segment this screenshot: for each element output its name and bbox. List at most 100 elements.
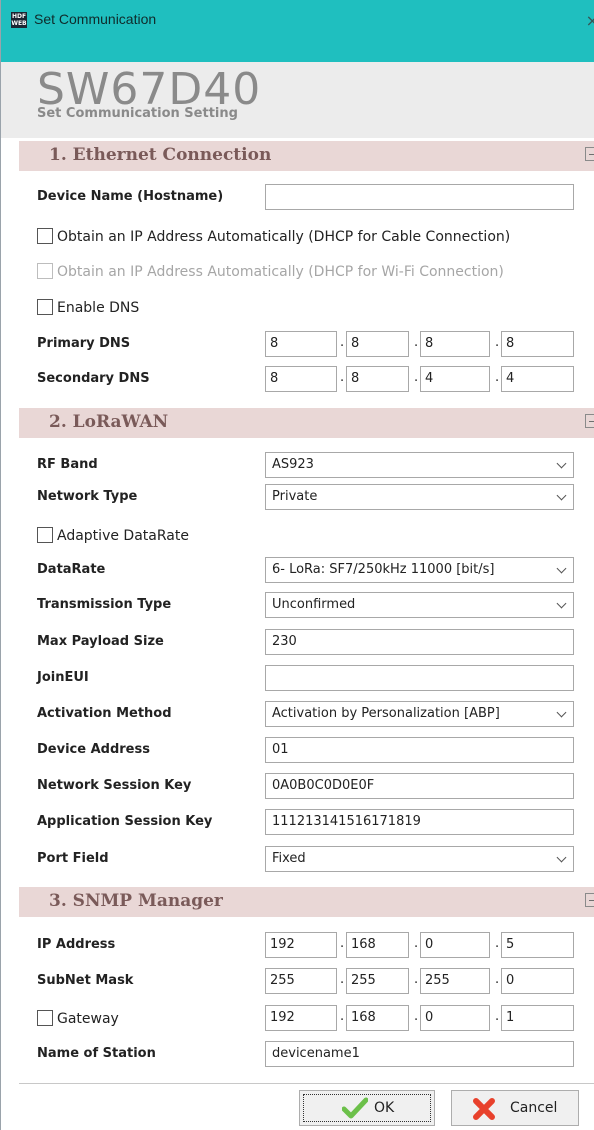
chevron-down-icon: [556, 852, 567, 863]
ip-separator: .: [414, 972, 419, 987]
window-title: Set Communication: [34, 11, 157, 27]
enable-dns-checkbox[interactable]: [37, 299, 53, 315]
gateway-octet-2[interactable]: 168: [346, 1005, 409, 1031]
max-payload-label: Max Payload Size: [37, 634, 164, 649]
ip-separator: .: [340, 1009, 345, 1024]
rf-band-label: RF Band: [37, 457, 98, 472]
snmp-ip-octet-4[interactable]: 5: [501, 932, 574, 958]
secondary-dns-octet-1[interactable]: 8: [265, 366, 337, 392]
subnet-mask-octet-3[interactable]: 255: [420, 968, 490, 994]
network-type-select[interactable]: Private: [265, 484, 574, 510]
network-type-label: Network Type: [37, 489, 138, 504]
rf-band-select[interactable]: AS923: [265, 452, 574, 478]
chevron-down-icon: [556, 563, 567, 574]
section-snmp-header[interactable]: 3. SNMP Manager: [19, 887, 594, 917]
secondary-dns-octet-2[interactable]: 8: [346, 366, 409, 392]
snmp-ip-label: IP Address: [37, 937, 116, 952]
dhcp-wifi-label: Obtain an IP Address Automatically (DHCP…: [57, 264, 504, 280]
device-name-label: Device Name (Hostname): [37, 189, 224, 204]
close-icon[interactable]: ×: [586, 11, 594, 30]
dhcp-cable-label: Obtain an IP Address Automatically (DHCP…: [57, 229, 511, 245]
title-bar: HDF WEB Set Communication ×: [1, 0, 594, 62]
device-name-input[interactable]: [265, 184, 574, 210]
cancel-button[interactable]: Cancel: [451, 1090, 579, 1126]
gateway-octet-1[interactable]: 192: [265, 1005, 337, 1031]
adaptive-datarate-checkbox-row[interactable]: Adaptive DataRate: [37, 527, 189, 544]
checkmark-icon: [342, 1097, 368, 1119]
datarate-select[interactable]: 6- LoRa: SF7/250kHz 11000 [bit/s]: [265, 557, 574, 583]
subnet-mask-octet-1[interactable]: 255: [265, 968, 337, 994]
transmission-type-label: Transmission Type: [37, 597, 172, 612]
chevron-down-icon: [556, 598, 567, 609]
primary-dns-octet-2[interactable]: 8: [346, 331, 409, 357]
section-snmp-title: 3. SNMP Manager: [49, 891, 223, 911]
ip-separator: .: [495, 1009, 500, 1024]
chevron-down-icon: [556, 707, 567, 718]
ip-separator: .: [414, 335, 419, 350]
device-address-label: Device Address: [37, 742, 150, 757]
name-of-station-label: Name of Station: [37, 1046, 156, 1061]
snmp-ip-octet-2[interactable]: 168: [346, 932, 409, 958]
joineui-input[interactable]: [265, 665, 574, 691]
secondary-dns-label: Secondary DNS: [37, 371, 150, 386]
snmp-ip-octet-3[interactable]: 0: [420, 932, 490, 958]
subnet-mask-label: SubNet Mask: [37, 973, 134, 988]
dhcp-wifi-checkbox-row: Obtain an IP Address Automatically (DHCP…: [37, 263, 504, 280]
subnet-mask-octet-4[interactable]: 0: [501, 968, 574, 994]
gateway-octet-3[interactable]: 0: [420, 1005, 490, 1031]
network-type-value: Private: [272, 489, 318, 504]
name-of-station-input[interactable]: devicename1: [265, 1041, 574, 1067]
gateway-octet-4[interactable]: 1: [501, 1005, 574, 1031]
ip-separator: .: [495, 335, 500, 350]
dhcp-cable-checkbox-row[interactable]: Obtain an IP Address Automatically (DHCP…: [37, 228, 510, 245]
collapse-icon[interactable]: [585, 414, 594, 428]
max-payload-input[interactable]: 230: [265, 629, 574, 655]
secondary-dns-octet-3[interactable]: 4: [420, 366, 490, 392]
gateway-checkbox-row[interactable]: Gateway: [37, 1010, 119, 1027]
ip-separator: .: [414, 370, 419, 385]
product-subtitle: Set Communication Setting: [37, 106, 238, 121]
ok-label: OK: [374, 1100, 395, 1116]
activation-method-select[interactable]: Activation by Personalization [ABP]: [265, 701, 574, 727]
snmp-ip-octet-1[interactable]: 192: [265, 932, 337, 958]
ip-separator: .: [414, 936, 419, 951]
set-communication-window: HDF WEB Set Communication × SW67D40 Set …: [0, 0, 594, 1130]
ip-separator: .: [495, 936, 500, 951]
port-field-select[interactable]: Fixed: [265, 846, 574, 872]
ok-button[interactable]: OK: [299, 1090, 435, 1126]
ip-separator: .: [495, 972, 500, 987]
network-session-key-input[interactable]: 0A0B0C0D0E0F: [265, 773, 574, 799]
primary-dns-octet-4[interactable]: 8: [501, 331, 574, 357]
section-lorawan-title: 2. LoRaWAN: [49, 412, 169, 432]
adaptive-datarate-label: Adaptive DataRate: [57, 528, 189, 544]
ip-separator: .: [414, 1009, 419, 1024]
subnet-mask-octet-2[interactable]: 255: [346, 968, 409, 994]
section-ethernet-header[interactable]: 1. Ethernet Connection: [19, 141, 594, 171]
gateway-label: Gateway: [57, 1011, 119, 1027]
ip-separator: .: [340, 335, 345, 350]
datarate-label: DataRate: [37, 562, 106, 577]
dhcp-wifi-checkbox: [37, 263, 53, 279]
activation-method-value: Activation by Personalization [ABP]: [272, 706, 500, 721]
cancel-label: Cancel: [510, 1100, 558, 1116]
transmission-type-select[interactable]: Unconfirmed: [265, 592, 574, 618]
footer-divider: [19, 1083, 594, 1084]
device-address-input[interactable]: 01: [265, 737, 574, 763]
enable-dns-checkbox-row[interactable]: Enable DNS: [37, 299, 139, 316]
application-session-key-input[interactable]: 111213141516171819: [265, 809, 574, 835]
primary-dns-octet-1[interactable]: 8: [265, 331, 337, 357]
transmission-type-value: Unconfirmed: [272, 597, 356, 612]
secondary-dns-octet-4[interactable]: 4: [501, 366, 574, 392]
gateway-checkbox[interactable]: [37, 1010, 53, 1026]
primary-dns-label: Primary DNS: [37, 336, 131, 351]
section-lorawan-header[interactable]: 2. LoRaWAN: [19, 408, 594, 438]
ip-separator: .: [340, 972, 345, 987]
collapse-icon[interactable]: [585, 893, 594, 907]
primary-dns-octet-3[interactable]: 8: [420, 331, 490, 357]
activation-method-label: Activation Method: [37, 706, 172, 721]
ip-separator: .: [340, 370, 345, 385]
ip-separator: .: [495, 370, 500, 385]
dhcp-cable-checkbox[interactable]: [37, 228, 53, 244]
collapse-icon[interactable]: [585, 147, 594, 161]
adaptive-datarate-checkbox[interactable]: [37, 527, 53, 543]
